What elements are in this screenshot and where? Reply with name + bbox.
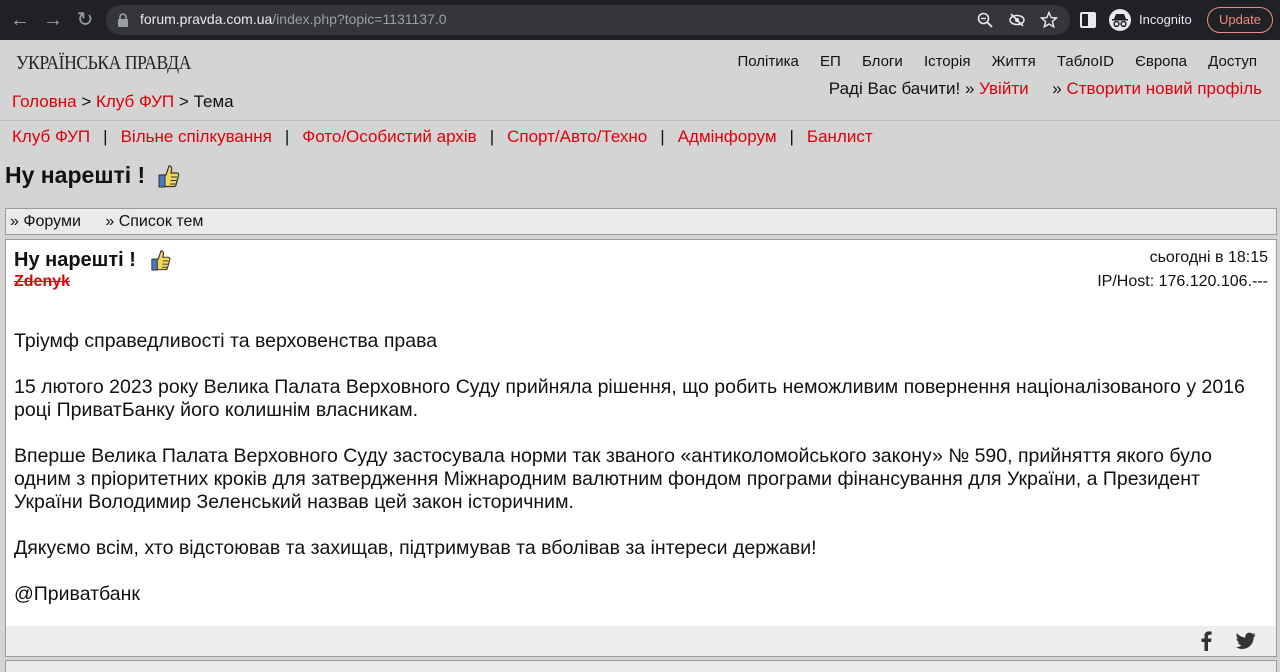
facebook-icon[interactable] xyxy=(1200,631,1212,651)
lock-icon[interactable] xyxy=(116,12,130,28)
breadcrumb-club[interactable]: Клуб ФУП xyxy=(96,92,174,111)
post-paragraph: Вперше Велика Палата Верховного Суду зас… xyxy=(14,445,1212,513)
nav-life[interactable]: Життя xyxy=(992,53,1036,70)
post-footer xyxy=(6,626,1276,656)
post-title: Ну нарешті ! xyxy=(14,248,172,272)
section-sport-auto-tech[interactable]: Спорт/Авто/Техно xyxy=(507,127,647,146)
site-logo[interactable]: УКРАЇНСЬКА ПРАВДА xyxy=(16,52,191,75)
twitter-icon[interactable] xyxy=(1236,632,1256,650)
breadcrumb-current: Тема xyxy=(193,92,234,111)
breadcrumb-separator: > xyxy=(81,92,92,111)
section-navigation: Клуб ФУП | Вільне спілкування | Фото/Особист… xyxy=(12,127,873,147)
post-paragraph: 15 лютого 2023 року Велика Палата Верхов… xyxy=(14,376,1245,421)
page-title: Ну нарешті ! xyxy=(5,162,181,189)
section-separator: | xyxy=(660,127,665,146)
zoom-icon[interactable] xyxy=(976,11,994,29)
nav-history[interactable]: Історія xyxy=(924,53,971,70)
nav-access[interactable]: Доступ xyxy=(1208,53,1257,70)
nav-blogs[interactable]: Блоги xyxy=(862,53,903,70)
forum-post: Ну нарешті ! Zdenyk сьогодні в 18:15 IP/… xyxy=(5,239,1277,657)
topic-title-text: Ну нарешті ! xyxy=(5,162,146,188)
section-separator: | xyxy=(789,127,794,146)
section-separator: | xyxy=(284,127,290,146)
address-bar[interactable]: forum.pravda.com.ua/index.php?topic=1131… xyxy=(106,5,1070,35)
thumbs-up-icon xyxy=(158,164,180,187)
browser-toolbar: ← → ↻ forum.pravda.com.ua/index.php?topi… xyxy=(0,0,1280,40)
side-panel-icon[interactable] xyxy=(1080,12,1096,28)
section-admin-forum[interactable]: Адмінфорум xyxy=(678,127,777,146)
reload-icon[interactable]: ↻ xyxy=(73,8,97,32)
forums-link[interactable]: » Форуми xyxy=(10,213,81,230)
post-author[interactable]: Zdenyk xyxy=(14,273,70,291)
post-ip-host: IP/Host: 176.120.106.--- xyxy=(1097,273,1268,290)
incognito-label[interactable]: Incognito xyxy=(1139,12,1192,27)
update-button[interactable]: Update xyxy=(1207,7,1273,33)
login-link[interactable]: Увійти xyxy=(979,79,1028,98)
topic-list-link[interactable]: » Список тем xyxy=(105,213,203,230)
welcome-text: Раді Вас бачити! » xyxy=(828,79,975,98)
next-post-edge xyxy=(5,660,1277,672)
post-paragraph: @Приватбанк xyxy=(14,583,140,605)
forum-page: УКРАЇНСЬКА ПРАВДА Політика ЕП Блоги Істо… xyxy=(0,40,1280,672)
eye-off-icon[interactable] xyxy=(1008,11,1026,29)
breadcrumb-separator: > xyxy=(178,92,189,111)
top-navigation: Політика ЕП Блоги Історія Життя ТаблоID … xyxy=(720,53,1257,70)
back-icon[interactable]: ← xyxy=(8,8,32,32)
section-separator: | xyxy=(489,127,495,146)
url-text[interactable]: forum.pravda.com.ua/index.php?topic=1131… xyxy=(140,11,447,27)
post-body: Тріумф справедливості та верховенства пр… xyxy=(14,330,1264,629)
nav-tabloid[interactable]: ТаблоID xyxy=(1057,53,1114,70)
section-separator: | xyxy=(103,127,108,146)
post-paragraph: Тріумф справедливості та верховенства пр… xyxy=(14,330,438,352)
nav-politics[interactable]: Політика xyxy=(737,53,798,70)
section-club-fup[interactable]: Клуб ФУП xyxy=(12,127,90,146)
forward-icon[interactable]: → xyxy=(41,8,65,32)
section-photo-archive[interactable]: Фото/Особистий архів xyxy=(302,127,476,146)
breadcrumb: Головна > Клуб ФУП > Тема xyxy=(12,92,234,112)
section-banlist[interactable]: Банлист xyxy=(807,127,873,146)
divider xyxy=(0,120,1280,121)
register-link[interactable]: Створити новий профіль xyxy=(1066,79,1262,98)
nav-ep[interactable]: ЕП xyxy=(820,53,841,70)
breadcrumb-home[interactable]: Головна xyxy=(12,92,77,111)
welcome-bar: Раді Вас бачити! » Увійти » Створити нов… xyxy=(829,79,1262,99)
star-icon[interactable] xyxy=(1040,11,1058,29)
forum-links-bar: » Форуми » Список тем xyxy=(5,208,1277,235)
register-prefix: » xyxy=(1052,79,1062,98)
nav-europe[interactable]: Європа xyxy=(1135,53,1187,70)
post-title-text: Ну нарешті ! xyxy=(14,248,136,271)
post-timestamp: сьогодні в 18:15 xyxy=(1149,249,1268,266)
thumbs-up-icon xyxy=(151,250,171,271)
incognito-icon[interactable] xyxy=(1109,9,1131,31)
section-free-talk[interactable]: Вільне спілкування xyxy=(121,127,272,146)
post-paragraph: Дякуємо всім, хто відстоював та захищав,… xyxy=(14,537,817,559)
